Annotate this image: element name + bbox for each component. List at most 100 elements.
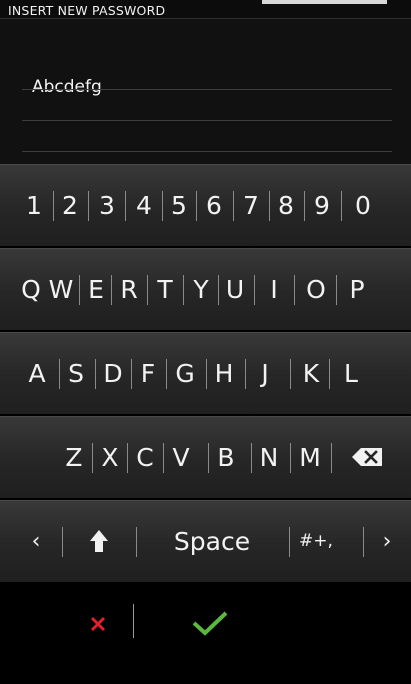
key-5[interactable]: 5 [166, 164, 192, 246]
key-3[interactable]: 3 [94, 164, 120, 246]
key-separator [88, 191, 89, 221]
keyboard-row-asdf: A S D F G H J K L [0, 332, 411, 414]
key-separator [92, 443, 93, 473]
field-divider [22, 89, 392, 90]
key-separator [95, 359, 96, 389]
keyboard-row-qwerty: Q W E R T Y U I O P [0, 248, 411, 330]
confirm-button[interactable] [185, 604, 235, 644]
key-z[interactable]: Z [60, 416, 88, 498]
close-icon [90, 616, 106, 632]
backspace-button[interactable] [345, 416, 389, 498]
key-t[interactable]: T [152, 248, 178, 330]
key-separator [79, 275, 80, 305]
key-separator [290, 443, 291, 473]
key-separator [294, 275, 295, 305]
key-separator [59, 359, 60, 389]
key-6[interactable]: 6 [201, 164, 227, 246]
action-separator [133, 604, 134, 638]
key-separator [127, 443, 128, 473]
key-k[interactable]: K [297, 332, 325, 414]
backspace-icon [352, 448, 382, 466]
key-4[interactable]: 4 [131, 164, 157, 246]
key-separator [62, 527, 63, 557]
key-separator [341, 191, 342, 221]
password-input[interactable]: Abcdefg [32, 77, 102, 97]
key-q[interactable]: Q [16, 248, 46, 330]
checkmark-icon [192, 611, 228, 636]
key-separator [162, 191, 163, 221]
key-separator [233, 191, 234, 221]
key-1[interactable]: 1 [22, 164, 46, 246]
chevron-right-icon: › [382, 528, 392, 554]
key-separator [331, 443, 332, 473]
title-bar: INSERT NEW PASSWORD [0, 0, 411, 19]
key-separator [208, 443, 209, 473]
key-separator [111, 275, 112, 305]
key-p[interactable]: P [341, 248, 373, 330]
key-separator [251, 443, 252, 473]
key-v[interactable]: V [167, 416, 195, 498]
key-h[interactable]: H [210, 332, 238, 414]
key-separator [289, 527, 290, 557]
key-e[interactable]: E [84, 248, 108, 330]
key-separator [363, 527, 364, 557]
key-separator [245, 359, 246, 389]
key-separator [329, 359, 330, 389]
key-x[interactable]: X [96, 416, 124, 498]
key-separator [290, 359, 291, 389]
key-separator [163, 443, 164, 473]
key-c[interactable]: C [131, 416, 159, 498]
key-9[interactable]: 9 [309, 164, 335, 246]
keyboard-row-numbers: 1 2 3 4 5 6 7 8 9 0 [0, 164, 411, 246]
space-button[interactable]: Space [140, 500, 284, 582]
key-w[interactable]: W [46, 248, 76, 330]
keyboard-row-functions: ‹ Space #+, › [0, 500, 411, 582]
chevron-left-icon: ‹ [31, 528, 41, 554]
key-separator [147, 275, 148, 305]
key-b[interactable]: B [212, 416, 240, 498]
field-divider [22, 120, 392, 121]
key-separator [269, 191, 270, 221]
tab-hint [262, 0, 387, 4]
key-separator [206, 359, 207, 389]
key-g[interactable]: G [170, 332, 200, 414]
key-s[interactable]: S [63, 332, 89, 414]
key-separator [136, 527, 137, 557]
field-divider [22, 151, 392, 152]
password-field-area[interactable]: Abcdefg [0, 19, 411, 164]
page-title: INSERT NEW PASSWORD [8, 3, 166, 18]
key-separator [304, 191, 305, 221]
key-n[interactable]: N [255, 416, 283, 498]
key-j[interactable]: J [252, 332, 278, 414]
key-r[interactable]: R [116, 248, 142, 330]
key-a[interactable]: A [22, 332, 52, 414]
key-d[interactable]: D [100, 332, 126, 414]
key-u[interactable]: U [222, 248, 248, 330]
action-bar [0, 584, 411, 684]
key-separator [131, 359, 132, 389]
shift-arrow-icon [90, 530, 108, 552]
cursor-right-button[interactable]: › [370, 500, 404, 582]
key-y[interactable]: Y [188, 248, 214, 330]
key-f[interactable]: F [135, 332, 161, 414]
key-separator [254, 275, 255, 305]
keyboard-row-zxcv: Z X C V B N M [0, 416, 411, 498]
key-2[interactable]: 2 [57, 164, 83, 246]
key-separator [183, 275, 184, 305]
shift-button[interactable] [72, 500, 126, 582]
cursor-left-button[interactable]: ‹ [18, 500, 54, 582]
key-0[interactable]: 0 [348, 164, 378, 246]
symbols-button[interactable]: #+, [294, 500, 338, 582]
key-l[interactable]: L [337, 332, 365, 414]
key-7[interactable]: 7 [238, 164, 264, 246]
key-m[interactable]: M [294, 416, 326, 498]
key-separator [196, 191, 197, 221]
key-8[interactable]: 8 [273, 164, 299, 246]
key-separator [125, 191, 126, 221]
key-separator [218, 275, 219, 305]
cancel-button[interactable] [78, 604, 118, 644]
key-o[interactable]: O [301, 248, 331, 330]
key-separator [53, 191, 54, 221]
key-separator [166, 359, 167, 389]
key-i[interactable]: I [261, 248, 287, 330]
